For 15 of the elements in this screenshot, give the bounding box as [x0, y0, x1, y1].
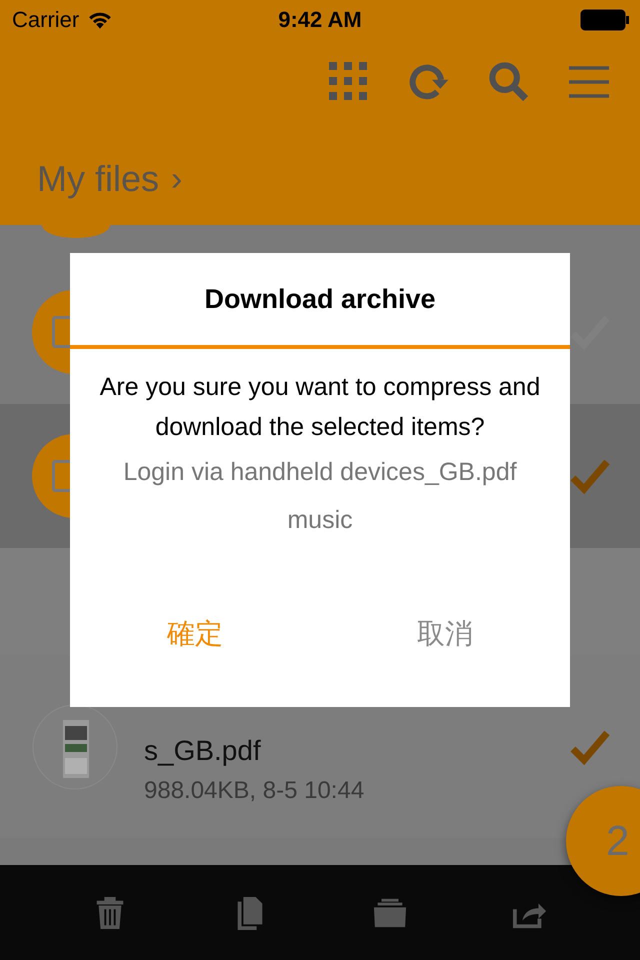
- file-name: s_GB.pdf: [144, 734, 262, 768]
- breadcrumb-link[interactable]: My files: [37, 158, 160, 200]
- dialog-title: Download archive: [70, 253, 570, 349]
- selected-item-name: music: [287, 505, 353, 536]
- status-time: 9:42 AM: [278, 7, 362, 33]
- chevron-icon: ›: [171, 160, 182, 198]
- document-thumbnail-icon: [32, 704, 118, 790]
- carrier-name: Carrier: [12, 7, 80, 33]
- grid-icon[interactable]: [328, 61, 370, 103]
- battery-icon: [580, 9, 630, 31]
- dialog-message: Are you sure you want to compress and download the selected items?: [98, 372, 542, 443]
- file-meta: 988.04KB, 8-5 10:44: [144, 776, 366, 804]
- wifi-icon: [87, 10, 114, 30]
- selected-item-name: Login via handheld devices_GB.pdf: [123, 457, 517, 488]
- search-icon[interactable]: [488, 61, 530, 103]
